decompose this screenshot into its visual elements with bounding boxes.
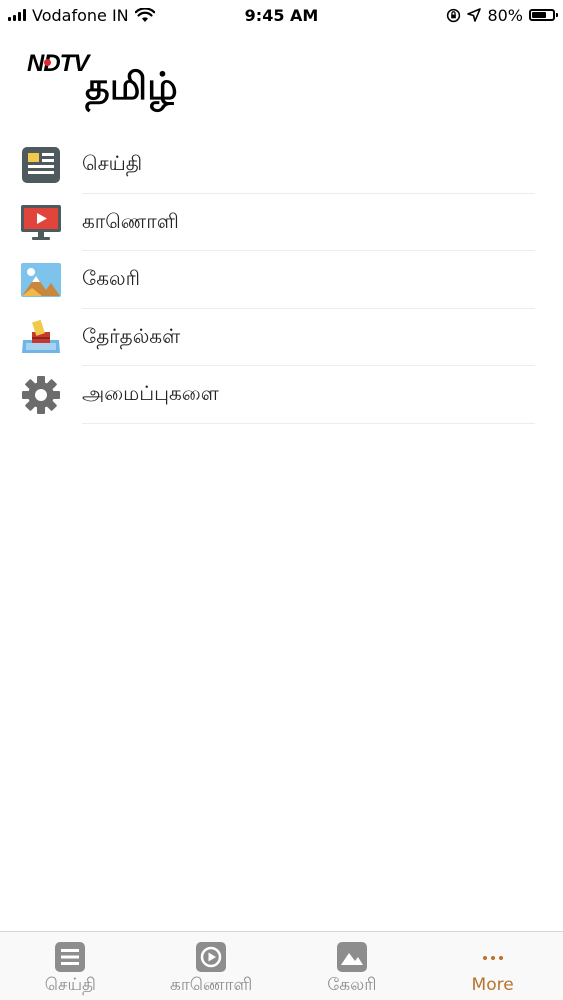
- orientation-lock-icon: [447, 8, 461, 22]
- video-icon: [20, 201, 62, 243]
- logo-ndtv: NDTV: [27, 50, 89, 77]
- cellular-signal-icon: [8, 9, 26, 21]
- menu-item-video[interactable]: காணொளி: [0, 194, 563, 251]
- status-right: 80%: [446, 5, 558, 25]
- battery-icon: [529, 9, 558, 21]
- divider: [82, 422, 535, 424]
- menu-item-label: தேர்தல்கள்: [82, 323, 181, 348]
- more-dots-icon: [476, 940, 510, 974]
- ndtv-tamil-logo: NDTV தமிழ்: [27, 50, 207, 116]
- play-icon: [194, 940, 228, 974]
- news-icon: [20, 144, 62, 186]
- image-icon: [335, 940, 369, 974]
- menu-item-gallery[interactable]: கேலரி: [0, 251, 563, 309]
- status-left: Vodafone IN: [8, 6, 155, 25]
- menu-item-news[interactable]: செய்தி: [0, 136, 563, 194]
- battery-percent: 80%: [487, 5, 523, 25]
- tab-label: More: [471, 975, 514, 995]
- election-icon: [20, 316, 62, 358]
- settings-gear-icon: [20, 374, 62, 416]
- tab-news[interactable]: செய்தி: [0, 932, 141, 1000]
- menu-item-label: கேலரி: [82, 266, 140, 291]
- tab-gallery[interactable]: கேலரி: [282, 932, 423, 1000]
- tab-label: கேலரி: [327, 975, 377, 995]
- menu-item-settings[interactable]: அமைப்புகளை: [0, 366, 563, 424]
- bottom-tab-bar: செய்தி காணொளி கேலரி More: [0, 931, 563, 1000]
- tab-label: செய்தி: [44, 975, 96, 995]
- menu-item-label: செய்தி: [82, 151, 143, 176]
- status-bar: Vodafone IN 9:45 AM 80%: [0, 0, 563, 30]
- news-icon: [53, 940, 87, 974]
- logo-red-dot: [44, 59, 51, 66]
- tab-video[interactable]: காணொளி: [141, 932, 282, 1000]
- gallery-icon: [20, 259, 62, 301]
- location-arrow-icon: [467, 8, 482, 22]
- wifi-icon: [134, 7, 155, 22]
- menu-item-label: காணொளி: [82, 208, 179, 233]
- tab-more[interactable]: More: [422, 932, 563, 1000]
- menu-item-label: அமைப்புகளை: [82, 381, 219, 406]
- logo-tamil: தமிழ்: [85, 64, 178, 108]
- menu-item-elections[interactable]: தேர்தல்கள்: [0, 309, 563, 366]
- tab-label: காணொளி: [169, 975, 253, 995]
- carrier-name: Vodafone IN: [32, 5, 129, 25]
- more-menu-list: செய்தி காணொளி கேலரி தேர்தல்கள் அமைப்புகள…: [0, 136, 563, 424]
